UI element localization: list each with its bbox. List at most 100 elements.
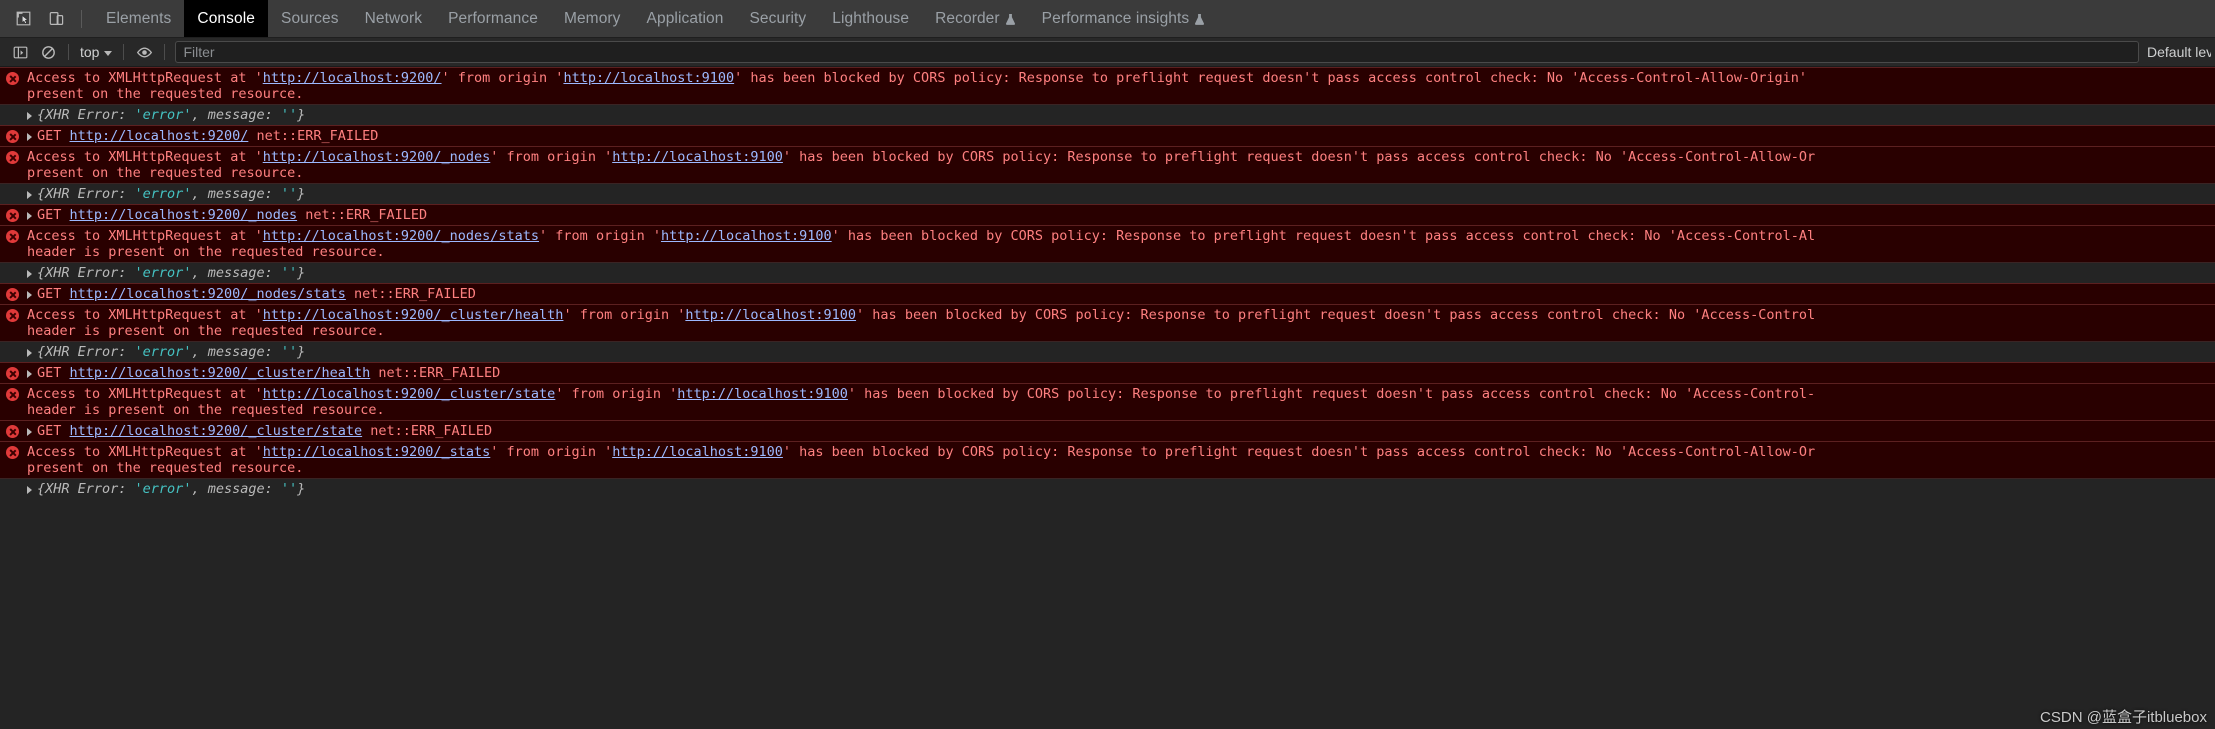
console-message-text: ' has been blocked by CORS policy: Respo…: [856, 307, 1816, 323]
tab-lighthouse[interactable]: Lighthouse: [819, 0, 922, 37]
filterbar-divider: [164, 44, 166, 60]
tab-console[interactable]: Console: [184, 0, 268, 37]
tab-elements[interactable]: Elements: [93, 0, 184, 37]
console-log-level-selector[interactable]: Default lev: [2147, 44, 2211, 60]
console-error-message: Access to XMLHttpRequest at 'http://loca…: [27, 149, 1815, 165]
inspect-element-icon[interactable]: [8, 5, 38, 33]
console-url-link[interactable]: http://localhost:9100: [661, 228, 832, 244]
console-url-link[interactable]: http://localhost:9100: [612, 149, 783, 165]
console-message-text: ' has been blocked by CORS policy: Respo…: [734, 70, 1807, 86]
toolbar-divider: [81, 9, 82, 28]
console-error-row[interactable]: GET http://localhost:9200/_nodes/stats n…: [0, 283, 2215, 304]
console-message-text: Access to XMLHttpRequest at ': [27, 386, 263, 402]
console-error-row[interactable]: GET http://localhost:9200/_cluster/state…: [0, 420, 2215, 441]
console-error-message: GET http://localhost:9200/_cluster/healt…: [37, 365, 500, 381]
console-url-link[interactable]: http://localhost:9200/_cluster/health: [70, 365, 371, 381]
console-message-text: Access to XMLHttpRequest at ': [27, 307, 263, 323]
console-filter-toolbar: top Default lev: [0, 38, 2215, 67]
expand-arrow-icon[interactable]: [27, 191, 32, 199]
console-error-row[interactable]: Access to XMLHttpRequest at 'http://loca…: [0, 67, 2215, 104]
tab-memory[interactable]: Memory: [551, 0, 634, 37]
device-toolbar-icon[interactable]: [41, 5, 71, 33]
expand-arrow-icon[interactable]: [27, 428, 32, 436]
console-url-link[interactable]: http://localhost:9200/_nodes: [70, 207, 298, 223]
console-message-text: Access to XMLHttpRequest at ': [27, 70, 263, 86]
expand-arrow-icon[interactable]: [27, 486, 32, 494]
tab-security[interactable]: Security: [736, 0, 819, 37]
console-message-text: ' from origin ': [441, 70, 564, 86]
console-filter-input[interactable]: [175, 41, 2139, 63]
tab-sources[interactable]: Sources: [268, 0, 352, 37]
console-message-text: Access to XMLHttpRequest at ': [27, 444, 263, 460]
console-error-row[interactable]: Access to XMLHttpRequest at 'http://loca…: [0, 441, 2215, 478]
error-icon: [6, 72, 19, 85]
console-url-link[interactable]: http://localhost:9200/: [263, 70, 442, 86]
console-error-message: GET http://localhost:9200/_nodes net::ER…: [37, 207, 427, 223]
console-xhr-detail-row[interactable]: {XHR Error: 'error', message: ''}: [0, 478, 2215, 499]
tab-console-label: Console: [197, 9, 255, 27]
console-error-message-continuation: present on the requested resource.: [27, 165, 304, 181]
error-icon: [6, 446, 19, 459]
expand-arrow-icon[interactable]: [27, 291, 32, 299]
console-error-row[interactable]: Access to XMLHttpRequest at 'http://loca…: [0, 225, 2215, 262]
console-xhr-detail-row[interactable]: {XHR Error: 'error', message: ''}: [0, 341, 2215, 362]
tab-performance-insights-label: Performance insights: [1041, 9, 1190, 27]
console-url-link[interactable]: http://localhost:9100: [612, 444, 783, 460]
expand-arrow-icon[interactable]: [27, 370, 32, 378]
console-url-link[interactable]: http://localhost:9200/: [70, 128, 249, 144]
tab-recorder[interactable]: Recorder: [922, 0, 1029, 37]
console-url-link[interactable]: http://localhost:9200/_cluster/health: [263, 307, 564, 323]
console-message-text: GET: [37, 286, 70, 302]
error-icon: [6, 230, 19, 243]
tab-network[interactable]: Network: [352, 0, 436, 37]
console-xhr-text: {XHR Error: 'error', message: ''}: [37, 107, 306, 123]
console-error-message: GET http://localhost:9200/_cluster/state…: [37, 423, 492, 439]
expand-arrow-icon[interactable]: [27, 133, 32, 141]
console-error-row[interactable]: GET http://localhost:9200/_cluster/healt…: [0, 362, 2215, 383]
console-error-message-continuation: header is present on the requested resou…: [27, 323, 385, 339]
console-url-link[interactable]: http://localhost:9100: [685, 307, 856, 323]
console-message-text: GET: [37, 128, 70, 144]
console-url-link[interactable]: http://localhost:9100: [563, 70, 734, 86]
console-xhr-detail-row[interactable]: {XHR Error: 'error', message: ''}: [0, 183, 2215, 204]
console-url-link[interactable]: http://localhost:9200/_nodes/stats: [263, 228, 539, 244]
console-error-row[interactable]: GET http://localhost:9200/_nodes net::ER…: [0, 204, 2215, 225]
console-message-text: GET: [37, 423, 70, 439]
expand-arrow-icon[interactable]: [27, 349, 32, 357]
console-xhr-detail-row[interactable]: {XHR Error: 'error', message: ''}: [0, 104, 2215, 125]
tab-application[interactable]: Application: [634, 0, 737, 37]
console-error-message: Access to XMLHttpRequest at 'http://loca…: [27, 444, 1815, 460]
error-icon: [6, 130, 19, 143]
console-message-text: net::ERR_FAILED: [370, 365, 501, 381]
console-error-message-continuation: header is present on the requested resou…: [27, 402, 385, 418]
console-xhr-detail-row[interactable]: {XHR Error: 'error', message: ''}: [0, 262, 2215, 283]
console-error-row[interactable]: Access to XMLHttpRequest at 'http://loca…: [0, 383, 2215, 420]
console-error-message: GET http://localhost:9200/_nodes/stats n…: [37, 286, 476, 302]
console-url-link[interactable]: http://localhost:9200/_cluster/state: [70, 423, 363, 439]
console-url-link[interactable]: http://localhost:9100: [677, 386, 848, 402]
clear-console-icon[interactable]: [34, 41, 62, 63]
console-error-message: Access to XMLHttpRequest at 'http://loca…: [27, 228, 1815, 244]
console-sidebar-icon[interactable]: [6, 41, 34, 63]
live-expression-eye-icon[interactable]: [130, 41, 158, 63]
console-xhr-text: {XHR Error: 'error', message: ''}: [37, 265, 306, 281]
tab-lighthouse-label: Lighthouse: [832, 9, 910, 27]
expand-arrow-icon[interactable]: [27, 212, 32, 220]
tab-security-label: Security: [749, 9, 807, 27]
console-url-link[interactable]: http://localhost:9200/_nodes: [263, 149, 491, 165]
expand-arrow-icon[interactable]: [27, 270, 32, 278]
console-url-link[interactable]: http://localhost:9200/_nodes/stats: [70, 286, 346, 302]
console-error-row[interactable]: GET http://localhost:9200/ net::ERR_FAIL…: [0, 125, 2215, 146]
console-error-row[interactable]: Access to XMLHttpRequest at 'http://loca…: [0, 146, 2215, 183]
devtools-tabstrip: Elements Console Sources Network Perform…: [0, 0, 2215, 38]
console-error-row[interactable]: Access to XMLHttpRequest at 'http://loca…: [0, 304, 2215, 341]
console-message-text: net::ERR_FAILED: [248, 128, 379, 144]
tab-performance[interactable]: Performance: [435, 0, 551, 37]
console-url-link[interactable]: http://localhost:9200/_cluster/state: [263, 386, 556, 402]
expand-arrow-icon[interactable]: [27, 112, 32, 120]
tab-performance-insights[interactable]: Performance insights: [1029, 0, 1219, 37]
console-context-selector[interactable]: top: [75, 42, 117, 62]
error-icon: [6, 367, 19, 380]
console-message-list[interactable]: Access to XMLHttpRequest at 'http://loca…: [0, 67, 2215, 729]
console-url-link[interactable]: http://localhost:9200/_stats: [263, 444, 491, 460]
